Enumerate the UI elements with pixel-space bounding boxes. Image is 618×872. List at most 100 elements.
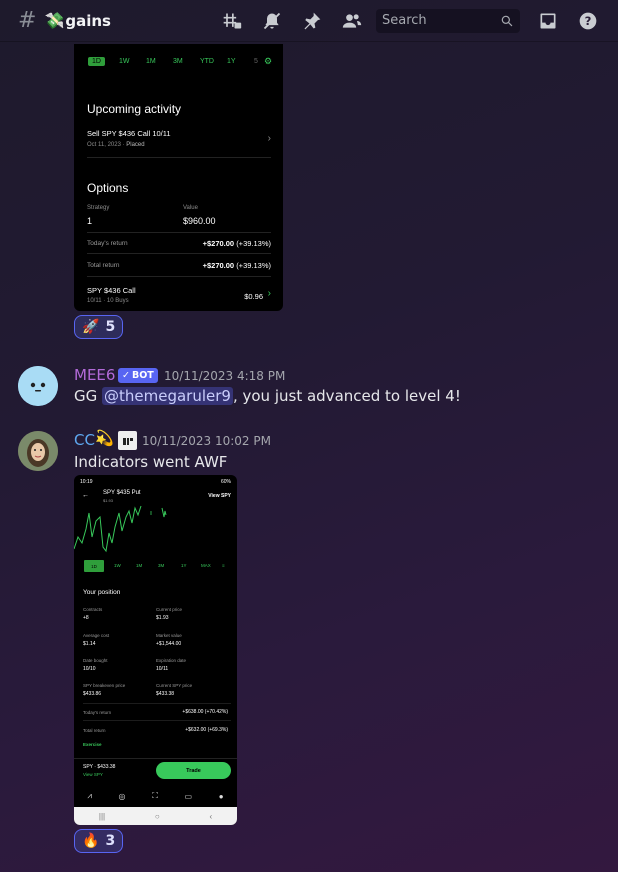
upcoming-activity-title: Upcoming activity — [87, 102, 182, 116]
dizzy-emoji: 💫 — [95, 429, 114, 447]
breakeven-label: SPY breakeven price — [83, 683, 126, 688]
current-price-value: $1.93 — [156, 615, 169, 621]
android-nav-bar: ||| ○ ‹ — [74, 807, 237, 825]
market-value-value: +$1,544.00 — [156, 641, 182, 647]
upcoming-status: Placed — [126, 142, 145, 148]
range-1w: 1W — [114, 563, 121, 568]
reaction-fire[interactable]: 🔥 3 — [74, 829, 124, 853]
scan-tab-icon: ⛶ — [152, 791, 158, 800]
current-spy-value: $433.38 — [156, 691, 175, 697]
help-icon[interactable]: ? — [568, 7, 608, 35]
channel-header: # 💸 gains Search ? — [0, 0, 618, 42]
current-price-label: Current price — [156, 607, 183, 612]
date-bought-label: Date bought — [83, 658, 108, 663]
mute-notifications-icon[interactable] — [252, 7, 292, 35]
inbox-icon[interactable] — [528, 7, 568, 35]
app-tab-bar: ⩘ ◎ ⛶ ▭ ● — [74, 788, 237, 804]
divider — [83, 720, 231, 721]
reaction-count: 3 — [105, 833, 116, 849]
range-1y: 1Y — [226, 58, 236, 65]
member-list-icon[interactable] — [332, 7, 372, 35]
divider — [87, 232, 271, 233]
gear-icon: ⚙ — [263, 56, 273, 66]
search-placeholder: Search — [382, 13, 427, 28]
reaction-rocket[interactable]: 🚀 5 — [74, 315, 124, 339]
search-input[interactable]: Search — [376, 8, 520, 33]
reaction-count: 5 — [105, 319, 116, 335]
timestamp: 10/11/2023 10:02 PM — [142, 434, 271, 448]
trade-button: Trade — [156, 762, 231, 779]
today-return-label: Today's return — [83, 710, 112, 715]
range-1w: 1W — [118, 58, 130, 65]
upcoming-date: Oct 11, 2023 · — [87, 142, 127, 148]
chevron-right-icon: › — [267, 133, 271, 144]
status-battery: 60% — [220, 479, 231, 485]
settings-icon: ≡ — [222, 563, 225, 568]
options-title: Options — [87, 181, 129, 195]
upcoming-date-row: Oct 11, 2023 · Placed — [87, 142, 271, 148]
value-label: Value — [183, 205, 198, 211]
range-1d: 1D — [84, 560, 104, 572]
footer-spy: SPY · $433.38 — [83, 764, 116, 770]
message-text-suffix: , you just advanced to level 4! — [232, 387, 461, 405]
status-time: 10:19 — [80, 479, 93, 485]
breakeven-value: $433.86 — [83, 691, 102, 697]
message-content: GG @themegaruler9, you just advanced to … — [74, 387, 461, 405]
avg-cost-value: $1.14 — [83, 641, 96, 647]
price-chart — [74, 505, 167, 553]
avg-cost-label: Average cost — [83, 633, 110, 638]
message-text-prefix: GG — [74, 387, 103, 405]
svg-text:?: ? — [585, 14, 592, 28]
timestamp: 10/11/2023 4:18 PM — [164, 369, 286, 383]
bot-label: BOT — [131, 370, 154, 381]
account-tab-icon: ● — [218, 791, 224, 801]
card-tab-icon: ▭ — [184, 791, 193, 801]
recents-icon: ||| — [98, 811, 106, 821]
rocket-emoji: 🚀 — [82, 319, 100, 335]
divider — [87, 157, 271, 158]
today-return-pct: (+39.13%) — [236, 239, 271, 248]
channel-hash-icon: # — [18, 8, 37, 33]
time-range-selector: 1D 1W 1M 3M YTD 1Y 5 ⚙ — [74, 44, 283, 67]
avatar[interactable] — [18, 431, 58, 471]
exercise-link: Exercise — [83, 742, 102, 747]
username[interactable]: CC — [74, 431, 95, 449]
back-icon: ‹ — [209, 811, 213, 821]
mee6-face-icon — [18, 366, 58, 406]
today-return: +$270.00 (+39.13%) — [87, 239, 271, 248]
expiration-label: Expiration date — [156, 658, 187, 663]
total-return-pct: (+39.13%) — [236, 261, 271, 270]
footer-view-spy: View SPY — [83, 772, 103, 777]
robinhood-screenshot-2[interactable]: 10:19 60% ← SPY $435 Put $1.93 View SPY … — [74, 475, 237, 825]
current-spy-label: Current SPY price — [156, 683, 193, 688]
option-title: SPY $435 Put — [103, 490, 141, 496]
today-return-value: +$270.00 — [202, 239, 235, 248]
message-content: Indicators went AWF — [74, 453, 228, 471]
back-arrow-icon: ← — [82, 492, 89, 499]
range-3m: 3M — [158, 563, 165, 568]
upcoming-item: Sell SPY $436 Call 10/11 — [87, 129, 171, 138]
range-max: MAX — [201, 563, 211, 568]
check-icon: ✓ — [122, 370, 130, 381]
robinhood-screenshot-1[interactable]: 1D 1W 1M 3M YTD 1Y 5 ⚙ Upcoming activity… — [74, 44, 283, 311]
chart-tab-icon: ⩘ — [87, 791, 92, 800]
username[interactable]: MEE6 — [74, 366, 115, 384]
threads-icon[interactable] — [212, 7, 252, 35]
divider — [74, 758, 237, 759]
range-1d: 1D — [88, 57, 105, 66]
avatar[interactable] — [18, 366, 58, 406]
pin-icon[interactable] — [292, 7, 332, 35]
cc-avatar-icon — [18, 431, 58, 471]
user-mention[interactable]: @themegaruler9 — [102, 387, 233, 405]
range-ytd: YTD — [199, 58, 214, 65]
home-icon: ○ — [154, 811, 160, 821]
total-return: +$270.00 (+39.13%) — [87, 261, 271, 270]
range-5y: 5 — [253, 58, 258, 65]
bot-badge: ✓ BOT — [118, 368, 158, 383]
total-return-value: +$270.00 — [202, 261, 235, 270]
contract-price: $0.96 — [244, 292, 263, 301]
value-value: $960.00 — [183, 216, 216, 226]
role-icon — [118, 431, 137, 450]
contracts-value: +8 — [83, 615, 89, 621]
fire-emoji: 🔥 — [82, 833, 100, 849]
